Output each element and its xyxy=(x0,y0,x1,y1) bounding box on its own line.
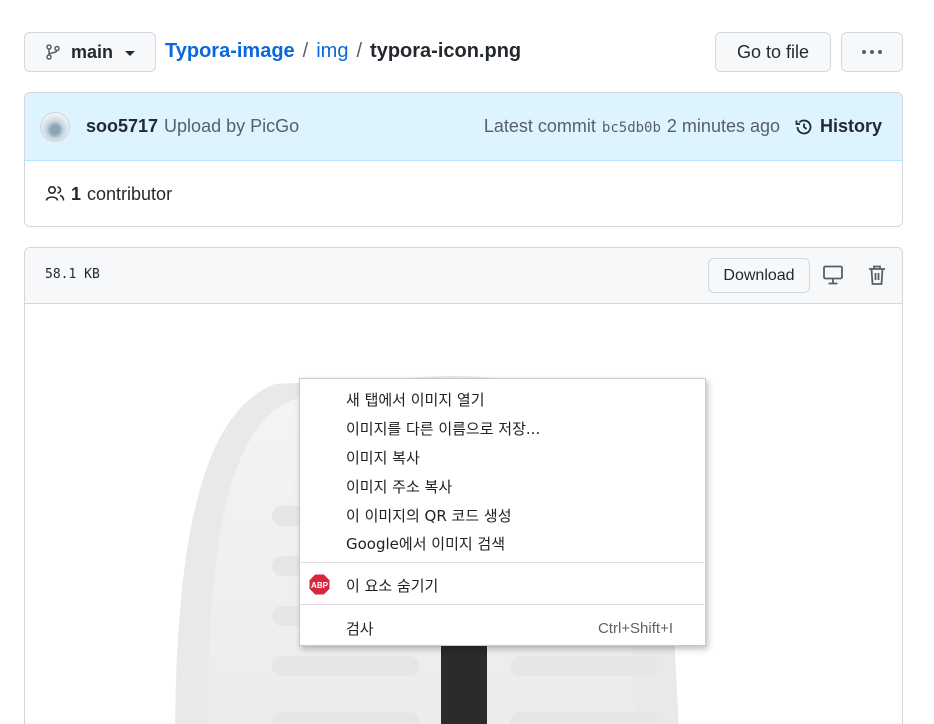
history-icon xyxy=(795,119,812,134)
commit-sha-link[interactable]: bc5db0b xyxy=(602,120,661,136)
commit-author-link[interactable]: soo5717 xyxy=(86,116,158,137)
menu-separator xyxy=(301,562,704,563)
menu-item-open-image-new-tab[interactable]: 새 탭에서 이미지 열기 xyxy=(300,385,705,413)
breadcrumb: Typora-image / img / typora-icon.png xyxy=(165,40,521,63)
git-branch-icon xyxy=(46,44,60,60)
file-header: 58.1 KB Download xyxy=(25,248,902,304)
file-nav-bar: main Typora-image / img / typora-icon.pn… xyxy=(24,32,903,72)
commit-message-link[interactable]: Upload by PicGo xyxy=(164,116,299,137)
branch-selector-button[interactable]: main xyxy=(24,32,156,72)
contributor-count: 1 xyxy=(71,183,82,204)
menu-item-copy-image-address[interactable]: 이미지 주소 복사 xyxy=(300,472,705,500)
breadcrumb-separator: / xyxy=(302,40,309,62)
menu-item-create-qr-code[interactable]: 이 이미지의 QR 코드 생성 xyxy=(300,501,705,529)
download-button[interactable]: Download xyxy=(708,258,810,293)
kebab-dot-icon xyxy=(878,50,882,54)
menu-separator xyxy=(301,604,704,605)
context-menu: 새 탭에서 이미지 열기 이미지를 다른 이름으로 저장... 이미지 복사 이… xyxy=(299,378,706,646)
go-to-file-button[interactable]: Go to file xyxy=(715,32,831,72)
history-label: History xyxy=(819,116,882,136)
menu-item-hide-element[interactable]: ABP 이 요소 숨기기 xyxy=(300,571,705,599)
breadcrumb-separator: / xyxy=(356,40,363,62)
breadcrumb-file-name: typora-icon.png xyxy=(370,40,522,62)
inspect-shortcut: Ctrl+Shift+I xyxy=(597,619,673,637)
contributors-row[interactable]: 1 contributor xyxy=(25,161,902,226)
branch-name: main xyxy=(71,41,114,62)
menu-item-copy-image[interactable]: 이미지 복사 xyxy=(300,443,705,471)
adblock-badge-text: ABP xyxy=(311,581,329,590)
people-icon xyxy=(45,185,65,201)
commit-time: 2 minutes ago xyxy=(666,116,780,136)
latest-commit-label: Latest commit xyxy=(483,116,596,136)
author-avatar[interactable] xyxy=(40,111,70,142)
menu-item-hide-element-label: 이 요소 숨기기 xyxy=(346,576,439,595)
kebab-dot-icon xyxy=(862,50,866,54)
breadcrumb-dir-link[interactable]: img xyxy=(316,40,348,63)
commit-row: soo5717 Upload by PicGo Latest commit bc… xyxy=(25,93,902,161)
menu-item-save-image-as[interactable]: 이미지를 다른 이름으로 저장... xyxy=(300,414,705,442)
caret-down-icon xyxy=(125,50,136,56)
kebab-dot-icon xyxy=(870,50,874,54)
menu-item-search-google[interactable]: Google에서 이미지 검색 xyxy=(300,529,705,557)
trash-icon[interactable] xyxy=(867,264,887,286)
latest-commit-info: Latest commit bc5db0b 2 minutes ago xyxy=(484,116,780,137)
latest-commit-box: soo5717 Upload by PicGo Latest commit bc… xyxy=(24,92,903,227)
file-size: 58.1 KB xyxy=(45,267,100,282)
menu-item-inspect[interactable]: 검사 Ctrl+Shift+I xyxy=(300,614,705,642)
more-options-button[interactable] xyxy=(841,32,903,72)
adblock-plus-icon: ABP xyxy=(309,574,330,595)
history-button[interactable]: History xyxy=(794,116,882,137)
contributor-label: contributor xyxy=(87,183,173,204)
desktop-icon[interactable] xyxy=(822,265,844,285)
breadcrumb-repo-link[interactable]: Typora-image xyxy=(165,40,295,63)
menu-item-inspect-label: 검사 xyxy=(346,619,374,638)
